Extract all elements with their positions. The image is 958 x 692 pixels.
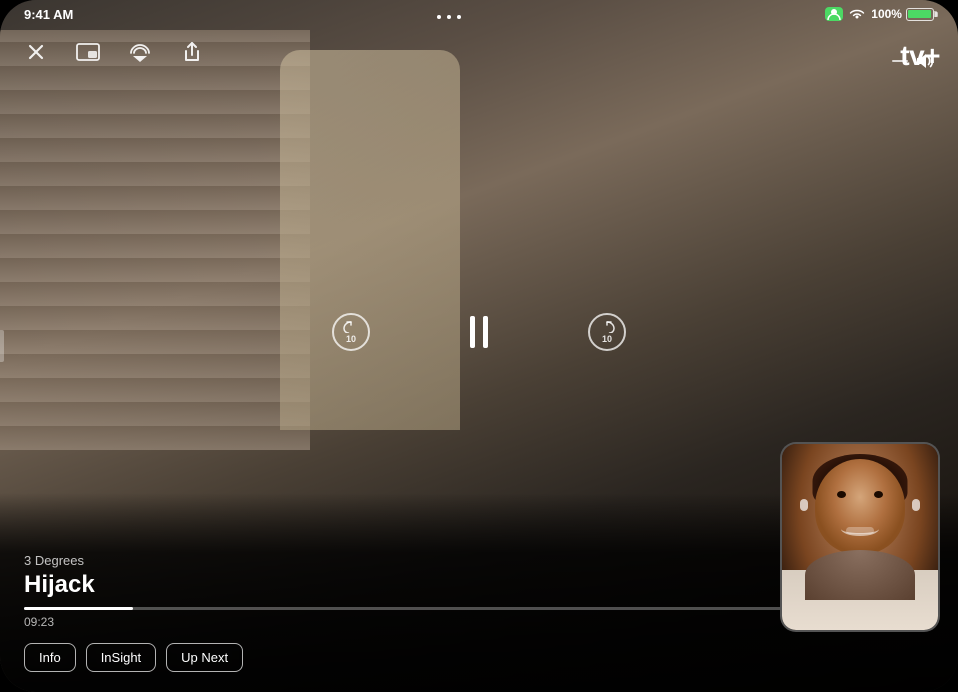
close-button[interactable] [20,36,52,68]
pip-icon [76,43,100,61]
wifi-icon [849,8,865,20]
battery-tip [934,11,937,17]
dot-2 [447,15,451,19]
person-right-eye [874,491,883,498]
skip-back-button[interactable]: 10 [329,310,373,354]
battery-icon [906,8,934,21]
tv-plus-label: tv+ [900,40,940,72]
scene-seat [280,50,460,430]
skip-forward-arrow-icon [599,321,615,333]
status-time: 9:41 AM [24,7,73,22]
dot-1 [437,15,441,19]
share-icon [182,41,202,63]
skip-back-ring: 10 [332,313,370,351]
earbud-right [912,499,920,511]
pause-bar-left [470,316,475,348]
share-button[interactable] [176,36,208,68]
top-left-controls [20,36,208,68]
status-center [437,10,461,19]
battery-indicator: 100% [871,7,934,21]
person-face [815,459,905,554]
facetime-overlay[interactable] [780,442,940,632]
skip-forward-button[interactable]: 10 [585,310,629,354]
battery-percent: 100% [871,7,902,21]
pip-button[interactable] [72,36,104,68]
status-bar: 9:41 AM 100% [0,0,958,28]
scene-blinds [0,30,310,450]
close-icon [26,42,46,62]
playback-controls: 10 10 [329,306,629,358]
device-frame: 9:41 AM 100% [0,0,958,692]
apple-tv-brand: tv+ [899,40,940,72]
airplay-icon [128,42,152,62]
status-right: 100% [825,7,934,21]
person-teeth [846,527,874,534]
airplay-button[interactable] [124,36,156,68]
pause-button[interactable] [453,306,505,358]
user-status-icon [825,7,843,21]
dot-3 [457,15,461,19]
skip-back-arrow-icon [343,321,359,333]
side-handle[interactable] [0,330,4,362]
battery-fill [908,10,931,18]
pause-icon [470,316,488,348]
bottom-buttons: Info InSight Up Next [24,643,934,672]
skip-forward-label: 10 [602,335,612,344]
skip-forward-ring: 10 [588,313,626,351]
progress-fill [24,607,133,610]
top-controls [0,36,958,68]
facetime-video [782,444,938,630]
person-body [805,550,915,600]
pause-bar-right [483,316,488,348]
up-next-button[interactable]: Up Next [166,643,243,672]
info-button[interactable]: Info [24,643,76,672]
skip-back-label: 10 [346,335,356,344]
insight-button[interactable]: InSight [86,643,156,672]
earbud-left [800,499,808,511]
apple-tv-logo: tv+ [899,40,940,72]
person-left-eye [837,491,846,498]
